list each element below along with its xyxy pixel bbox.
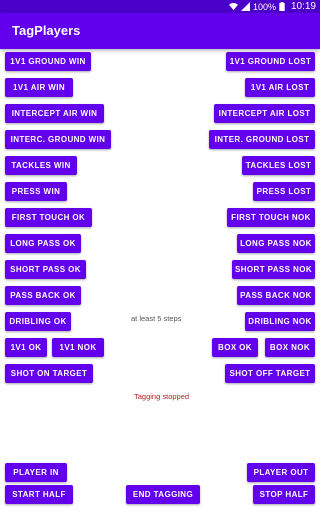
status-time: 10:19 xyxy=(290,1,316,12)
status-icons: 100% 10:19 xyxy=(228,0,316,13)
pass-back-ok-button[interactable]: PASS BACK OK xyxy=(5,286,81,305)
player-out-button[interactable]: PLAYER OUT xyxy=(247,463,315,482)
tackles-lost-button[interactable]: TACKLES LOST xyxy=(242,156,315,175)
wifi-icon xyxy=(228,2,238,11)
tackles-win-button[interactable]: TACKLES WIN xyxy=(5,156,77,175)
inter-ground-lost-button[interactable]: INTER. GROUND LOST xyxy=(209,130,315,149)
1v1-ground-lost-button[interactable]: 1V1 GROUND LOST xyxy=(226,52,315,71)
shot-on-target-button[interactable]: SHOT ON TARGET xyxy=(5,364,93,383)
signal-icon xyxy=(240,2,250,11)
page-title: TagPlayers xyxy=(12,23,81,38)
steps-hint-text: at least 5 steps xyxy=(131,314,182,323)
dribling-nok-button[interactable]: DRIBLING NOK xyxy=(245,312,315,331)
press-lost-button[interactable]: PRESS LOST xyxy=(253,182,315,201)
player-in-button[interactable]: PLAYER IN xyxy=(5,463,67,482)
first-touch-ok-button[interactable]: FIRST TOUCH OK xyxy=(5,208,92,227)
start-half-button[interactable]: START HALF xyxy=(5,485,73,504)
press-win-button[interactable]: PRESS WIN xyxy=(5,182,67,201)
box-nok-button[interactable]: BOX NOK xyxy=(265,338,315,357)
pass-back-nok-button[interactable]: PASS BACK NOK xyxy=(237,286,315,305)
short-pass-ok-button[interactable]: SHORT PASS OK xyxy=(5,260,86,279)
app-bar: TagPlayers xyxy=(0,13,320,49)
1v1-air-win-button[interactable]: 1V1 AIR WIN xyxy=(5,78,73,97)
battery-percent: 100% xyxy=(252,1,276,12)
1v1-ok-button[interactable]: 1V1 OK xyxy=(5,338,47,357)
1v1-air-lost-button[interactable]: 1V1 AIR LOST xyxy=(245,78,315,97)
interc-ground-win-button[interactable]: INTERC. GROUND WIN xyxy=(5,130,111,149)
intercept-air-win-button[interactable]: INTERCEPT AIR WIN xyxy=(5,104,104,123)
1v1-nok-button[interactable]: 1V1 NOK xyxy=(52,338,104,357)
dribling-ok-button[interactable]: DRIBLING OK xyxy=(5,312,71,331)
1v1-ground-win-button[interactable]: 1V1 GROUND WIN xyxy=(5,52,91,71)
box-ok-button[interactable]: BOX OK xyxy=(212,338,258,357)
end-tagging-button[interactable]: END TAGGING xyxy=(126,485,200,504)
battery-icon xyxy=(279,2,288,12)
first-touch-nok-button[interactable]: FIRST TOUCH NOK xyxy=(227,208,315,227)
intercept-air-lost-button[interactable]: INTERCEPT AIR LOST xyxy=(214,104,315,123)
shot-off-target-button[interactable]: SHOT OFF TARGET xyxy=(225,364,315,383)
short-pass-nok-button[interactable]: SHORT PASS NOK xyxy=(232,260,315,279)
long-pass-ok-button[interactable]: LONG PASS OK xyxy=(5,234,81,253)
status-bar: 100% 10:19 xyxy=(0,0,320,13)
tagging-status-text: Tagging stopped xyxy=(134,392,190,401)
long-pass-nok-button[interactable]: LONG PASS NOK xyxy=(237,234,315,253)
stop-half-button[interactable]: STOP HALF xyxy=(253,485,315,504)
